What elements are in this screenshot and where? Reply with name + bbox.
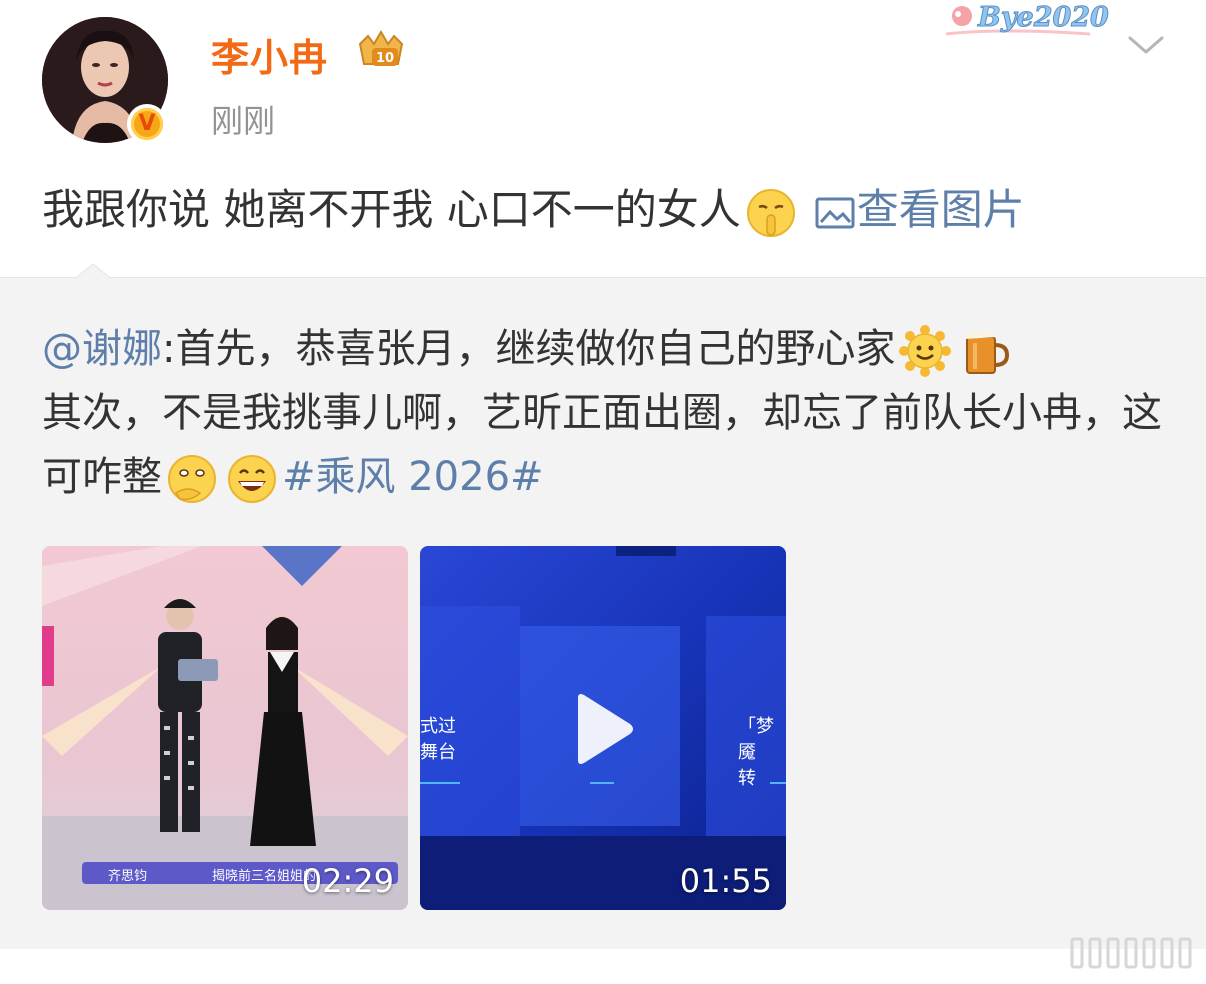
grin-emoji-icon — [228, 455, 276, 503]
chevron-down-icon[interactable] — [1126, 30, 1166, 60]
beer-emoji-icon — [965, 330, 1010, 374]
video-thumbnail-2[interactable]: 式过 舞台 「梦魇 转 01:55 — [420, 546, 786, 910]
play-icon[interactable] — [570, 692, 636, 766]
repost-pointer — [73, 264, 113, 280]
video-thumbnail-1[interactable]: 齐思钧 揭晓前三名姐姐的 02:29 — [42, 546, 408, 910]
watermark-logo-icon — [1070, 937, 1192, 969]
decoration-text: Bye2020 — [978, 2, 1110, 34]
post-text: 我跟你说 她离不开我 心口不一的女人 查看图片 — [42, 180, 1025, 240]
video-duration: 01:55 — [679, 862, 772, 900]
post-timestamp: 刚刚 — [211, 102, 276, 140]
video-duration: 02:29 — [301, 862, 394, 900]
vip-level: 10 — [376, 51, 394, 66]
verified-badge: V — [127, 104, 167, 144]
sun-emoji-icon — [899, 325, 952, 377]
username[interactable]: 李小冉 — [211, 27, 328, 82]
repost-text: @谢娜:首先，恭喜张月，继续做你自己的野心家 其次，不是我挑事儿啊，艺昕正面出圈… — [42, 317, 1168, 509]
post-body: 我跟你说 她离不开我 心口不一的女人 — [42, 185, 741, 234]
side-text-right: 「梦魇 转 — [738, 716, 774, 789]
verified-v-icon: V — [131, 108, 163, 140]
caption-left: 齐思钧 — [108, 869, 148, 884]
view-pic-link[interactable]: 查看图片 — [801, 185, 1025, 234]
caption-right: 揭晓前三名姐姐的 — [212, 869, 317, 884]
mention-link[interactable]: @谢娜 — [42, 326, 162, 372]
side-text-left: 式过 舞台 — [420, 716, 456, 763]
shush-emoji-icon — [746, 188, 795, 237]
view-pic-label: 查看图片 — [856, 185, 1025, 234]
weibo-post: V 李小冉 10 刚刚 Bye2020 我跟你说 她离不开我 心口不一的女人 查… — [0, 0, 1206, 984]
image-icon — [815, 197, 855, 228]
repost-body-1: :首先，恭喜张月，继续做你自己的野心家 — [162, 326, 896, 372]
hashtag-link[interactable]: #乘风 2026# — [282, 454, 544, 500]
thinking-emoji-icon — [168, 455, 216, 503]
vip-crown-icon[interactable]: 10 — [354, 30, 408, 74]
